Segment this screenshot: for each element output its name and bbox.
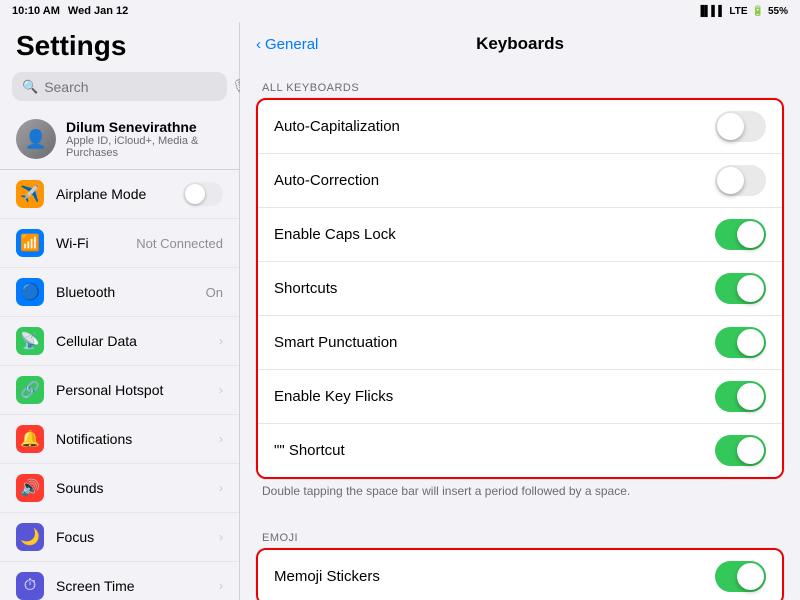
toggle-shortcut[interactable]	[715, 435, 766, 466]
sidebar-icon-focus: 🌙	[16, 523, 44, 551]
sidebar-label-screen-time: Screen Time	[56, 578, 207, 594]
sidebar-item-focus[interactable]: 🌙 Focus ›	[0, 513, 239, 562]
sidebar-item-cellular[interactable]: 📡 Cellular Data ›	[0, 317, 239, 366]
search-icon: 🔍	[22, 79, 38, 95]
chevron-right-icon: ›	[219, 579, 223, 593]
sidebar-toggle-airplane-mode[interactable]	[183, 182, 223, 206]
sidebar-title: Settings	[0, 22, 239, 68]
row-label-shortcut: "" Shortcut	[274, 442, 715, 459]
search-bar[interactable]: 🔍 🎙	[12, 72, 227, 101]
sidebar-icon-screen-time: ⏱	[16, 572, 44, 600]
sidebar-label-hotspot: Personal Hotspot	[56, 382, 207, 398]
main-content: ‹ General Keyboards ALL KEYBOARDSAuto-Ca…	[240, 0, 800, 600]
row-label-auto-correct: Auto-Correction	[274, 172, 715, 189]
sidebar-label-bluetooth: Bluetooth	[56, 284, 194, 300]
toggle-caps-lock[interactable]	[715, 219, 766, 250]
settings-group-all-keyboards: Auto-Capitalization Auto-Correction Enable…	[256, 98, 784, 479]
settings-row-smart-punct[interactable]: Smart Punctuation	[258, 316, 782, 370]
status-bar: 10:10 AM Wed Jan 12 ▐▌▌▌ LTE 🔋 55%	[0, 0, 800, 22]
sidebar-icon-airplane-mode: ✈️	[16, 180, 44, 208]
status-bar-right: ▐▌▌▌ LTE 🔋 55%	[697, 6, 788, 17]
settings-row-auto-correct[interactable]: Auto-Correction	[258, 154, 782, 208]
sidebar-label-focus: Focus	[56, 529, 207, 545]
settings-group-emoji: Memoji Stickers	[256, 548, 784, 600]
section-header-all-keyboards: ALL KEYBOARDS	[256, 66, 784, 98]
lte-label: LTE	[729, 6, 747, 17]
chevron-right-icon: ›	[219, 383, 223, 397]
sidebar-label-cellular: Cellular Data	[56, 333, 207, 349]
section-all-keyboards: ALL KEYBOARDS Auto-Capitalization Auto-Cor…	[256, 66, 784, 508]
settings-row-shortcut[interactable]: "" Shortcut	[258, 424, 782, 477]
chevron-right-icon: ›	[219, 530, 223, 544]
row-label-caps-lock: Enable Caps Lock	[274, 226, 715, 243]
sidebar-icon-bluetooth: 🔵	[16, 278, 44, 306]
settings-row-shortcuts[interactable]: Shortcuts	[258, 262, 782, 316]
sidebar-icon-wifi: 📶	[16, 229, 44, 257]
sidebar-label-wifi: Wi-Fi	[56, 235, 124, 251]
avatar-image: 👤	[16, 119, 56, 159]
settings-row-caps-lock[interactable]: Enable Caps Lock	[258, 208, 782, 262]
sidebar: Settings 🔍 🎙 👤 Dilum Senevirathne Apple …	[0, 0, 240, 600]
user-subtitle: Apple ID, iCloud+, Media & Purchases	[66, 135, 223, 159]
row-label-smart-punct: Smart Punctuation	[274, 334, 715, 351]
user-profile[interactable]: 👤 Dilum Senevirathne Apple ID, iCloud+, …	[0, 109, 239, 170]
toggle-memoji[interactable]	[715, 561, 766, 592]
settings-row-memoji[interactable]: Memoji Stickers	[258, 550, 782, 600]
signal-icon: ▐▌▌▌	[697, 6, 725, 17]
user-info: Dilum Senevirathne Apple ID, iCloud+, Me…	[66, 119, 223, 159]
nav-title: Keyboards	[476, 34, 564, 54]
sidebar-item-hotspot[interactable]: 🔗 Personal Hotspot ›	[0, 366, 239, 415]
status-bar-left: 10:10 AM Wed Jan 12	[12, 5, 128, 17]
sidebar-item-airplane-mode[interactable]: ✈️ Airplane Mode	[0, 170, 239, 219]
status-date: Wed Jan 12	[68, 5, 128, 17]
sidebar-icon-sounds: 🔊	[16, 474, 44, 502]
chevron-right-icon: ›	[219, 334, 223, 348]
chevron-left-icon: ‹	[256, 36, 261, 53]
toggle-auto-correct[interactable]	[715, 165, 766, 196]
section-header-emoji: EMOJI	[256, 516, 784, 548]
sidebar-list: ✈️ Airplane Mode 📶 Wi-Fi Not Connected 🔵 Bluet…	[0, 170, 239, 600]
avatar: 👤	[16, 119, 56, 159]
toggle-key-flicks[interactable]	[715, 381, 766, 412]
sidebar-value-wifi: Not Connected	[136, 236, 223, 251]
toggle-shortcuts[interactable]	[715, 273, 766, 304]
toggle-auto-cap[interactable]	[715, 111, 766, 142]
row-label-shortcuts: Shortcuts	[274, 280, 715, 297]
nav-back-button[interactable]: ‹ General	[256, 36, 318, 53]
settings-row-key-flicks[interactable]: Enable Key Flicks	[258, 370, 782, 424]
sidebar-item-wifi[interactable]: 📶 Wi-Fi Not Connected	[0, 219, 239, 268]
sidebar-icon-notifications: 🔔	[16, 425, 44, 453]
row-label-memoji: Memoji Stickers	[274, 568, 715, 585]
sidebar-icon-cellular: 📡	[16, 327, 44, 355]
sidebar-item-sounds[interactable]: 🔊 Sounds ›	[0, 464, 239, 513]
settings-row-auto-cap[interactable]: Auto-Capitalization	[258, 100, 782, 154]
nav-bar: ‹ General Keyboards	[240, 22, 800, 66]
sidebar-item-bluetooth[interactable]: 🔵 Bluetooth On	[0, 268, 239, 317]
search-input[interactable]	[44, 79, 225, 95]
sidebar-icon-hotspot: 🔗	[16, 376, 44, 404]
sidebar-value-bluetooth: On	[206, 285, 223, 300]
section-footer-all-keyboards: Double tapping the space bar will insert…	[256, 479, 784, 508]
row-label-auto-cap: Auto-Capitalization	[274, 118, 715, 135]
user-name: Dilum Senevirathne	[66, 119, 223, 135]
chevron-right-icon: ›	[219, 481, 223, 495]
sidebar-item-notifications[interactable]: 🔔 Notifications ›	[0, 415, 239, 464]
sidebar-label-airplane-mode: Airplane Mode	[56, 186, 171, 202]
sidebar-label-notifications: Notifications	[56, 431, 207, 447]
settings-content: ALL KEYBOARDS Auto-Capitalization Auto-Cor…	[240, 66, 800, 600]
section-emoji: EMOJIMemoji StickersSend Memoji and Anim…	[256, 516, 784, 600]
chevron-right-icon: ›	[219, 432, 223, 446]
nav-back-label: General	[265, 36, 318, 53]
status-time: 10:10 AM	[12, 5, 60, 17]
battery-level: 55%	[768, 6, 788, 17]
row-label-key-flicks: Enable Key Flicks	[274, 388, 715, 405]
battery-icon: 🔋	[752, 6, 764, 17]
sidebar-label-sounds: Sounds	[56, 480, 207, 496]
sidebar-item-screen-time[interactable]: ⏱ Screen Time ›	[0, 562, 239, 600]
toggle-smart-punct[interactable]	[715, 327, 766, 358]
